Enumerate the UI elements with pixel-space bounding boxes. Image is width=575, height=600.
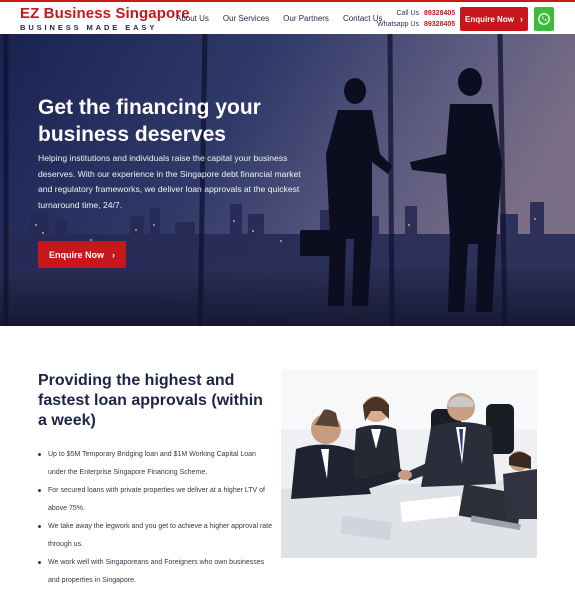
nav-our-partners[interactable]: Our Partners	[283, 13, 329, 25]
site-logo[interactable]: EZ Business Singapore BUSINESS MADE EASY	[20, 6, 190, 32]
call-label: Call Us	[396, 10, 419, 17]
list-item: Up to $5M Temporary Bridging loan and $1…	[38, 446, 274, 482]
list-item: We work well with Singaporeans and Forei…	[38, 554, 274, 590]
meeting-photo	[281, 369, 537, 558]
chevron-right-icon: ›	[112, 249, 115, 260]
whatsapp-number[interactable]: 89328405	[424, 19, 455, 30]
header-contact: Call Us 89328405 Whatsapp Us 89328405	[376, 8, 455, 30]
hero-title: Get the financing your business deserves	[38, 96, 261, 146]
whatsapp-button[interactable]	[534, 7, 554, 31]
section-title: Providing the highest and fastest loan a…	[38, 372, 263, 429]
list-item: We take away the legwork and you get to …	[38, 518, 274, 554]
benefits-list: Up to $5M Temporary Bridging loan and $1…	[38, 446, 274, 590]
header-enquire-label: Enquire Now	[465, 14, 514, 24]
whatsapp-icon	[538, 13, 550, 25]
meeting-illustration	[281, 369, 537, 558]
call-number[interactable]: 89328405	[424, 8, 455, 19]
logo-title: EZ Business Singapore	[20, 5, 190, 22]
hero-subtitle: Helping institutions and individuals rai…	[38, 153, 301, 210]
whatsapp-label: Whatsapp Us	[376, 21, 419, 28]
site-header: EZ Business Singapore BUSINESS MADE EASY…	[0, 0, 575, 34]
chevron-right-icon: ›	[519, 14, 523, 24]
whatsapp-row: Whatsapp Us 89328405	[376, 19, 455, 30]
header-enquire-button[interactable]: Enquire Now ›	[460, 7, 528, 31]
hero-banner: Get the financing your business deserves…	[0, 34, 575, 326]
hero-enquire-label: Enquire Now	[48, 249, 104, 260]
list-item: For secured loans with private propertie…	[38, 482, 274, 518]
nav-about-us[interactable]: About Us	[176, 13, 209, 25]
call-row: Call Us 89328405	[377, 8, 455, 19]
hero-enquire-button[interactable]: Enquire Now ›	[38, 241, 126, 268]
logo-tagline: BUSINESS MADE EASY	[20, 23, 158, 32]
main-nav: About Us Our Services Our Partners Conta…	[176, 13, 397, 25]
nav-our-services[interactable]: Our Services	[223, 13, 269, 25]
